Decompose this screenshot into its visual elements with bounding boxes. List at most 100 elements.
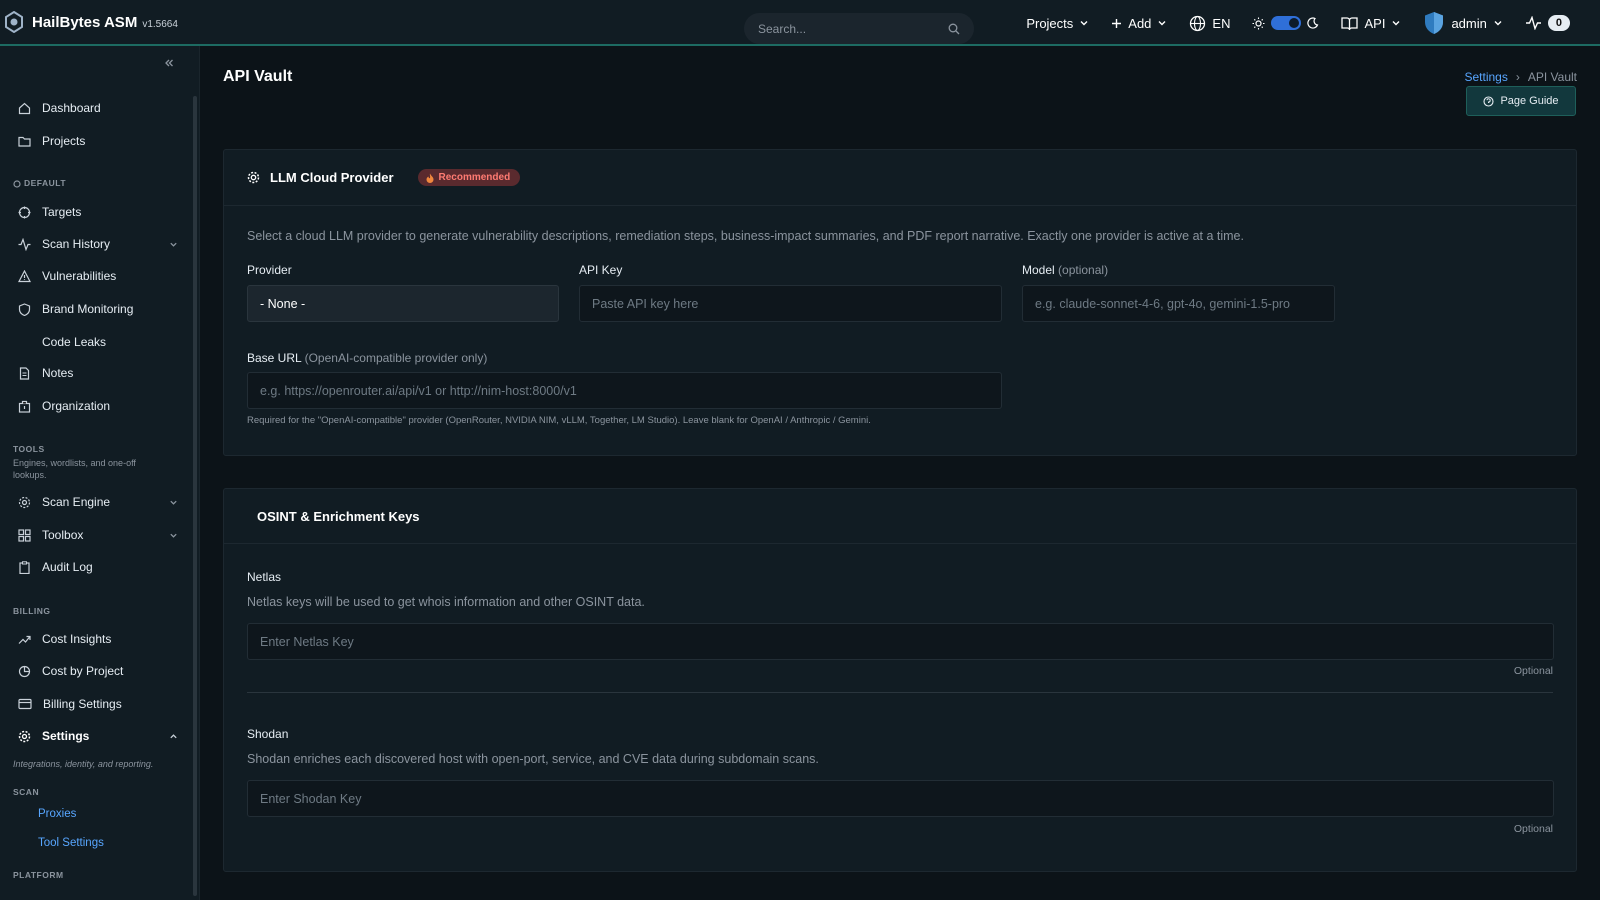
pie-chart-icon [18,665,31,678]
chevron-down-icon [169,531,178,540]
chevron-down-icon [169,498,178,507]
sidebar-section-scan: SCAN [13,787,40,797]
sidebar-item-toolbox[interactable]: Toolbox [18,524,178,546]
chevron-down-icon [1079,18,1089,28]
sidebar-item-label: Cost Insights [42,632,112,646]
sidebar-item-label: Billing Settings [43,697,122,711]
sidebar-item-settings[interactable]: Settings [18,725,178,747]
netlas-description: Netlas keys will be used to get whois in… [247,595,645,609]
sidebar-item-label: Vulnerabilities [42,269,117,283]
sidebar-item-label: Targets [42,205,82,219]
model-input[interactable] [1022,285,1335,322]
llm-card-title: LLM Cloud Provider [270,170,394,185]
main-content: API Vault Settings › API Vault Page Guid… [200,46,1600,900]
sidebar-item-label: Brand Monitoring [42,302,134,316]
sidebar-item-vulnerabilities[interactable]: Vulnerabilities [18,265,178,287]
brand-name: HailBytes ASM [32,13,138,31]
shodan-key-input[interactable] [247,780,1554,817]
page-title: API Vault [223,68,293,85]
chevron-down-icon [1157,18,1167,28]
sidebar-item-billing-settings[interactable]: Billing Settings [18,693,178,715]
section-divider [247,692,1553,693]
sidebar-section-tools-description: Engines, wordlists, and one-off lookups. [13,458,136,480]
gear-icon [18,496,31,509]
pulse-icon [18,237,31,251]
sidebar-item-targets[interactable]: Targets [18,201,178,223]
trending-up-icon [18,633,31,646]
sidebar-link-proxies[interactable]: Proxies [38,808,76,820]
sidebar-scrollbar[interactable] [193,96,197,896]
netlas-key-input[interactable] [247,623,1554,660]
moon-icon [1307,17,1319,29]
plus-icon [1111,18,1122,29]
top-bar: HailBytes ASM v1.5664 Projects Add EN [0,0,1600,46]
osint-card-title: OSINT & Enrichment Keys [257,508,420,524]
api-key-input[interactable] [579,285,1002,322]
search-icon[interactable] [948,23,960,35]
credit-card-icon [18,698,32,710]
sidebar-item-code-leaks[interactable]: Code Leaks [18,331,178,353]
sidebar-item-audit-log[interactable]: Audit Log [18,556,178,578]
model-label-text: Model [1022,263,1055,277]
llm-description: Select a cloud LLM provider to generate … [247,229,1244,243]
base-url-input[interactable] [247,372,1002,409]
sidebar-item-label: Dashboard [42,101,101,115]
sidebar-item-brand-monitoring[interactable]: Brand Monitoring [18,298,178,320]
brand[interactable]: HailBytes ASM v1.5664 [0,11,200,33]
provider-select-value: - None - [260,296,306,311]
sidebar-section-billing: BILLING [13,606,51,616]
add-menu[interactable]: Add [1111,16,1167,31]
sidebar-item-label: Notes [42,366,74,380]
sidebar-item-label: Organization [42,399,111,413]
sidebar-item-cost-by-project[interactable]: Cost by Project [18,660,178,682]
sun-icon [1252,17,1265,30]
base-url-label: Base URL (OpenAI-compatible provider onl… [247,351,487,365]
theme-switch[interactable] [1271,16,1302,30]
notification-count: 0 [1547,15,1570,31]
activity-button[interactable]: 0 [1525,15,1570,31]
api-menu-label: API [1364,15,1386,31]
api-menu[interactable]: API [1341,16,1401,31]
sidebar-item-scan-history[interactable]: Scan History [18,233,178,255]
language-label: EN [1212,15,1231,31]
sidebar-item-projects[interactable]: Projects [18,130,178,152]
projects-menu-label: Projects [1026,15,1074,31]
shield-icon [18,302,31,316]
chevron-down-icon [1391,18,1401,28]
provider-select[interactable]: - None - [247,285,559,322]
search-input[interactable] [758,21,938,36]
user-menu[interactable]: admin [1423,11,1502,35]
settings-description: Integrations, identity, and reporting. [13,759,154,769]
language-menu[interactable]: EN [1189,15,1230,32]
shodan-description: Shodan enriches each discovered host wit… [247,752,819,766]
sidebar-item-label: Toolbox [42,528,84,542]
projects-menu[interactable]: Projects [1026,16,1089,31]
collapse-sidebar-icon[interactable] [164,58,174,68]
base-url-label-text: Base URL [247,351,302,365]
username: admin [1451,15,1487,31]
clipboard-icon [18,560,31,574]
sidebar-item-label: Projects [42,134,86,148]
sidebar-link-tool-settings[interactable]: Tool Settings [38,837,104,849]
sidebar-item-label: Scan Engine [42,495,111,509]
osint-card-header: OSINT & Enrichment Keys [224,489,1576,544]
sidebar-item-notes[interactable]: Notes [18,362,178,384]
sidebar-item-organization[interactable]: Organization [18,395,178,417]
sidebar-item-scan-engine[interactable]: Scan Engine [18,491,178,513]
page-guide-button[interactable]: Page Guide [1466,86,1576,116]
breadcrumb: Settings › API Vault [1465,70,1578,84]
sidebar-section-tools: TOOLS [13,444,45,454]
theme-toggle[interactable] [1252,16,1319,30]
chevron-up-icon [169,732,178,741]
shield-avatar-icon [1423,11,1445,35]
shodan-optional-text: Optional [1513,823,1553,835]
sidebar-section-platform: PLATFORM [13,870,64,880]
sidebar: Dashboard Projects DEFAULT Targets Scan … [0,46,200,900]
netlas-optional-text: Optional [1513,665,1553,677]
search-box [744,13,974,44]
breadcrumb-settings-link[interactable]: Settings [1465,70,1508,84]
sidebar-item-cost-insights[interactable]: Cost Insights [18,628,178,650]
sidebar-item-dashboard[interactable]: Dashboard [18,97,178,119]
grid-icon [18,528,31,542]
fire-icon [426,173,434,183]
